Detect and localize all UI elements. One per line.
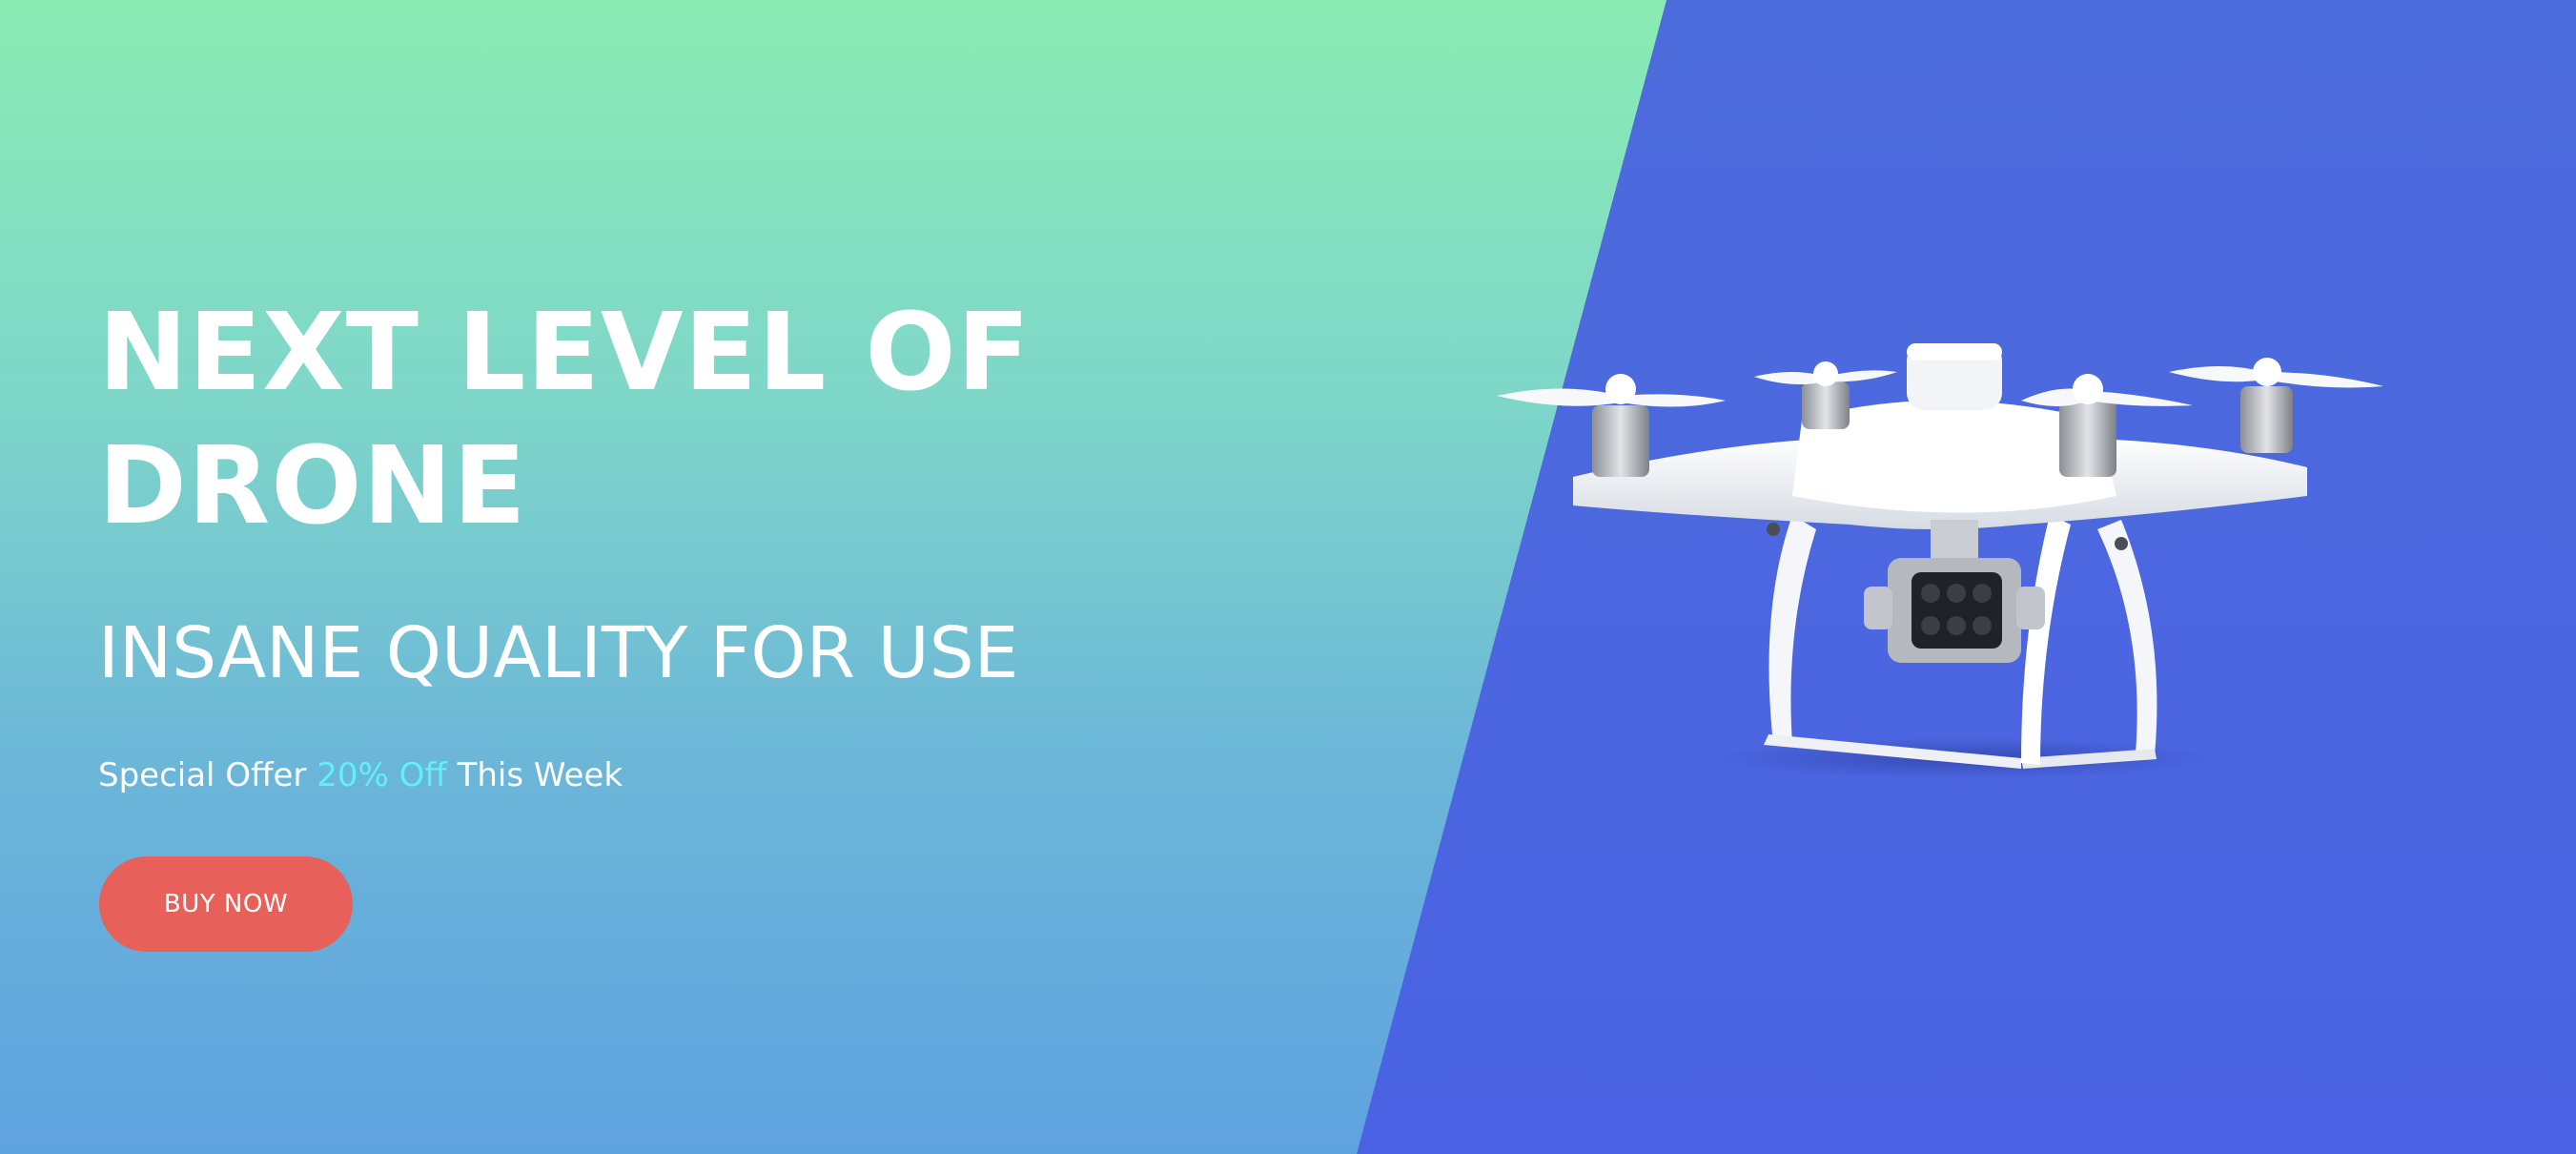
offer-prefix: Special Offer — [98, 756, 317, 794]
offer-suffix: This Week — [446, 756, 624, 794]
hero-title-line1: NEXT LEVEL OF — [98, 291, 1032, 415]
special-offer-text: Special Offer 20% Off This Week — [98, 753, 1338, 797]
drone-image — [1497, 343, 2383, 779]
hero-title-line2: DRONE — [98, 424, 527, 548]
buy-now-button[interactable]: BUY NOW — [99, 856, 353, 952]
hero-title: NEXT LEVEL OF DRONE — [98, 286, 1338, 553]
hero-subtitle: INSANE QUALITY FOR USE — [98, 612, 1019, 694]
hero-banner: NEXT LEVEL OF DRONE INSANE QUALITY FOR U… — [0, 0, 2576, 1154]
hero-text-block: NEXT LEVEL OF DRONE INSANE QUALITY FOR U… — [98, 286, 1338, 797]
offer-discount: 20% Off — [317, 756, 447, 794]
